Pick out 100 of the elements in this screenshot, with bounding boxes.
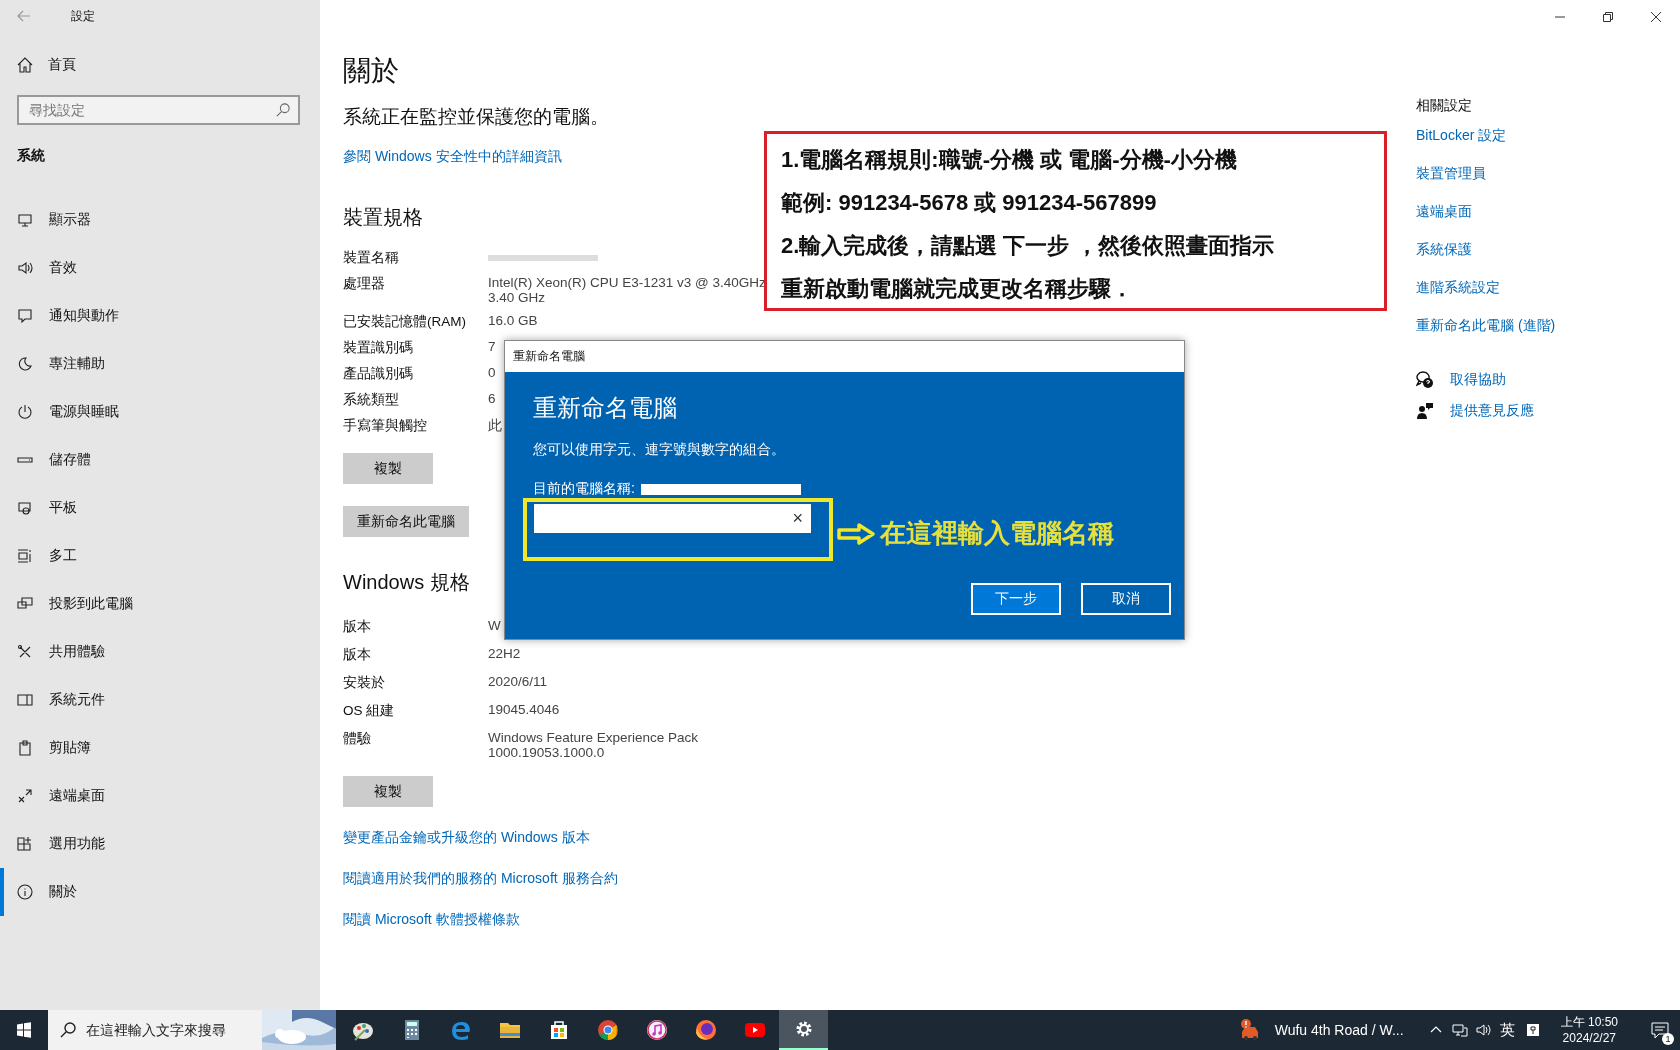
spec-value: 0	[488, 365, 496, 382]
name-input-field[interactable]: ×	[534, 504, 811, 533]
spec-value: 2020/6/11	[488, 674, 548, 691]
monitor-icon	[17, 212, 33, 228]
spec-label: 版本	[343, 618, 372, 636]
spec-label: 安裝於	[343, 674, 386, 692]
weather-text[interactable]: Wufu 4th Road / W...	[1274, 1022, 1404, 1038]
clock[interactable]: 上午 10:50 2024/2/27	[1560, 1014, 1618, 1046]
start-icon[interactable]	[16, 1022, 32, 1038]
related-link[interactable]: 重新命名此電腦 (進階)	[1416, 317, 1556, 335]
project-screen-icon	[17, 596, 33, 612]
arrow-icon	[836, 521, 876, 546]
help-link[interactable]: 提供意見反應	[1450, 402, 1534, 420]
share-nodes-icon	[17, 644, 33, 660]
related-heading: 相關設定	[1416, 97, 1472, 115]
spec-value: 6	[488, 391, 496, 408]
section-heading: Windows 規格	[343, 570, 470, 595]
nav-item[interactable]: 遠端桌面	[0, 772, 320, 820]
spec-value: 16.0 GB	[488, 313, 538, 330]
feedback-person-icon	[1416, 402, 1434, 420]
spec-label: 處理器	[343, 275, 386, 293]
current-name-label: 目前的電腦名稱:	[533, 480, 635, 498]
dialog-button[interactable]: 取消	[1081, 583, 1171, 615]
related-link[interactable]: BitLocker 設定	[1416, 127, 1507, 145]
home-link[interactable]: 首頁	[17, 56, 76, 74]
nav-item[interactable]: 多工	[0, 532, 320, 580]
close-icon[interactable]	[1650, 11, 1662, 23]
search-icon	[276, 103, 290, 117]
dialog-title: 重新命名電腦	[505, 341, 1184, 372]
related-link[interactable]: 遠端桌面	[1416, 203, 1472, 221]
link[interactable]: 閱讀適用於我們的服務的 Microsoft 服務合約	[343, 870, 618, 888]
nav-item[interactable]: 電源與睡眠	[0, 388, 320, 436]
spec-label: OS 組建	[343, 702, 396, 720]
related-link[interactable]: 系統保護	[1416, 241, 1472, 259]
speech-bubble-icon	[17, 308, 33, 324]
nav-item[interactable]: 平板	[0, 484, 320, 532]
round-browser-icon	[595, 1018, 620, 1042]
spec-label: 裝置名稱	[343, 249, 400, 267]
link[interactable]: 變更產品金鑰或升級您的 Windows 版本	[343, 829, 590, 847]
spec-label: 產品識別碼	[343, 365, 414, 383]
taskbar-search-box[interactable]: 在這裡輸入文字來搜尋	[48, 1010, 336, 1050]
home-icon	[17, 57, 33, 73]
search-box[interactable]: 尋找設定	[17, 95, 300, 125]
notification-button[interactable]: 1	[1640, 1010, 1680, 1050]
copy-button[interactable]: 複製	[343, 776, 433, 807]
page-title: 關於	[343, 54, 399, 88]
dialog-heading: 重新命名電腦	[533, 393, 678, 423]
link[interactable]: 閱讀 Microsoft 軟體授權條款	[343, 911, 520, 929]
related-link[interactable]: 裝置管理員	[1416, 165, 1486, 183]
spec-value: Intel(R) Xeon(R) CPU E3-1231 v3 @ 3.40GHz 3.40 GHz	[488, 275, 767, 305]
nav-item[interactable]: 通知與動作	[0, 292, 320, 340]
ime-mode-icon[interactable]	[1524, 1022, 1541, 1038]
speaker-icon[interactable]	[1475, 1022, 1492, 1038]
nav-item[interactable]: 投影到此電腦	[0, 580, 320, 628]
dialog-description: 您可以使用字元、連字號與數字的組合。	[533, 441, 786, 459]
power-icon	[17, 404, 33, 420]
music-note-icon	[644, 1018, 669, 1042]
nav-item[interactable]: 剪貼簿	[0, 724, 320, 772]
taskbar-search-field[interactable]: 在這裡輸入文字來搜尋	[76, 1010, 262, 1050]
help-link[interactable]: 取得協助	[1450, 371, 1506, 389]
spec-label: 手寫筆與觸控	[343, 417, 428, 435]
nav-item[interactable]: 專注輔助	[0, 340, 320, 388]
status-text: 系統正在監控並保護您的電腦。	[343, 105, 609, 129]
rename-button[interactable]: 重新命名此電腦	[343, 506, 469, 537]
dialog-button[interactable]: 下一步	[971, 583, 1061, 615]
pointer-label: 在這裡輸入電腦名稱	[880, 517, 1114, 550]
nav-item[interactable]: 音效	[0, 244, 320, 292]
nav-item[interactable]: 系統元件	[0, 676, 320, 724]
clipboard-icon	[17, 740, 33, 756]
spec-label: 已安裝記憶體(RAM)	[343, 313, 467, 331]
related-link[interactable]: 進階系統設定	[1416, 279, 1500, 297]
input-language[interactable]: 英	[1499, 1020, 1515, 1040]
speaker-icon	[17, 260, 33, 276]
spec-value: 19045.4046	[488, 702, 560, 719]
nav-item[interactable]: 共用體驗	[0, 628, 320, 676]
spec-label: 系統類型	[343, 391, 400, 409]
annotation-text: 重新啟動電腦就完成更改名稱步驟．	[781, 275, 1134, 303]
add-grid-icon	[17, 836, 33, 852]
search-field[interactable]: 尋找設定	[19, 97, 276, 123]
nav-item[interactable]: 儲存體	[0, 436, 320, 484]
nav-item[interactable]: 顯示器	[0, 196, 320, 244]
network-icon[interactable]	[1451, 1022, 1468, 1038]
spec-label: 版本	[343, 646, 372, 664]
spec-value: 此	[488, 417, 502, 435]
clear-button[interactable]: ×	[792, 508, 803, 529]
spec-value: 7	[488, 339, 496, 356]
restore-icon[interactable]	[1602, 11, 1614, 23]
tablet-icon	[17, 500, 33, 516]
spec-value: 22H2	[488, 646, 521, 663]
spec-value: W	[488, 618, 501, 635]
spec-value: Windows Feature Experience Pack 1000.19053.1000.0	[488, 730, 700, 760]
security-link[interactable]: 參閱 Windows 安全性中的詳細資訊	[343, 148, 562, 166]
copy-button[interactable]: 複製	[343, 453, 433, 484]
section-heading: 系統	[17, 147, 46, 165]
spec-label: 裝置識別碼	[343, 339, 414, 357]
nav-item[interactable]: 選用功能	[0, 820, 320, 868]
taskbar-app[interactable]	[779, 1010, 828, 1050]
annotation-text: 1.電腦名稱規則:職號-分機 或 電腦-分機-小分機	[781, 146, 1238, 174]
section-heading: 裝置規格	[343, 205, 423, 230]
info-icon	[17, 884, 33, 900]
